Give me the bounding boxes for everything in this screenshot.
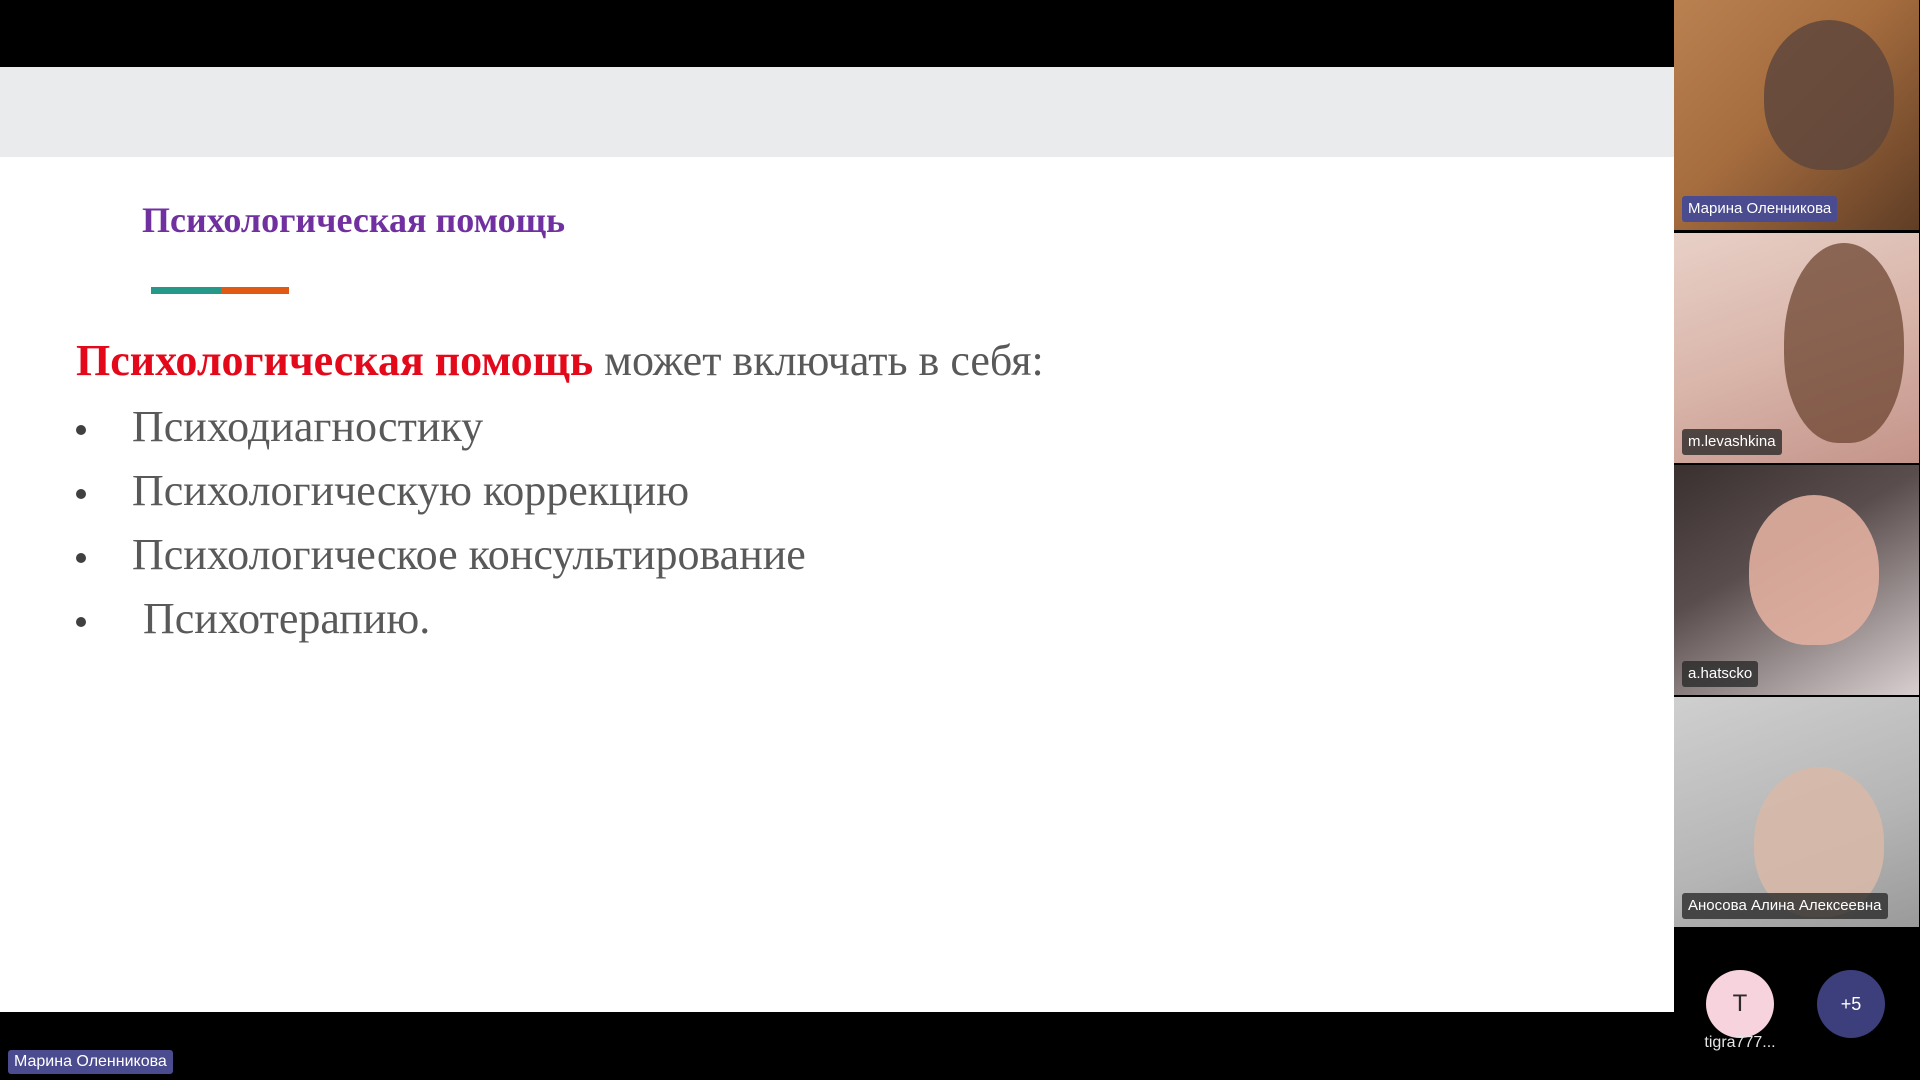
slide-title: Психологическая помощь xyxy=(142,200,566,240)
participant-video-tile[interactable]: Аносова Алина Алексеевна xyxy=(1674,697,1919,927)
screen-share-area: Психологическая помощь Психологическая п… xyxy=(0,0,1674,1080)
participant-video-tile[interactable]: a.hatscko xyxy=(1674,465,1919,695)
slide-intro: Психологическая помощь может включать в … xyxy=(76,335,1044,386)
participant-video-feed xyxy=(1784,243,1904,443)
participant-name-tag: Аносова Алина Алексеевна xyxy=(1682,893,1888,919)
presenter-name-tag: Марина Оленникова xyxy=(8,1050,173,1074)
participant-name-tag: Марина Оленникова xyxy=(1682,196,1838,222)
participant-video-tile[interactable]: Марина Оленникова xyxy=(1674,0,1919,230)
bullet-text: Психодиагностику xyxy=(132,402,484,451)
bullet-text: Психологическое консультирование xyxy=(132,530,806,579)
participant-video-feed xyxy=(1749,495,1879,645)
bullet-dot-icon xyxy=(76,553,86,563)
bullet-dot-icon xyxy=(76,489,86,499)
title-accent-teal xyxy=(151,287,221,294)
presentation-slide: Психологическая помощь Психологическая п… xyxy=(0,67,1674,1012)
title-accent-orange xyxy=(221,287,289,294)
participant-gallery: Марина Оленникова m.levashkina a.hatscko… xyxy=(1674,0,1920,1080)
participant-video-feed xyxy=(1764,20,1894,170)
participant-name-tag: m.levashkina xyxy=(1682,429,1782,455)
intro-highlight: Психологическая помощь xyxy=(76,336,594,385)
participant-avatar-name: tigra777... xyxy=(1704,1034,1776,1051)
bullet-text: Психотерапию. xyxy=(143,594,431,643)
slide-header-band xyxy=(0,67,1674,157)
bullet-dot-icon xyxy=(76,617,86,627)
more-participants-button[interactable]: +5 xyxy=(1817,970,1885,1038)
intro-rest: может включать в себя: xyxy=(593,336,1044,385)
participant-name-tag: a.hatscko xyxy=(1682,661,1759,687)
participant-video-tile[interactable]: m.levashkina xyxy=(1674,233,1919,463)
bullet-text: Психологическую коррекцию xyxy=(132,466,690,515)
participant-avatar[interactable]: T xyxy=(1706,970,1774,1038)
bullet-dot-icon xyxy=(76,425,86,435)
